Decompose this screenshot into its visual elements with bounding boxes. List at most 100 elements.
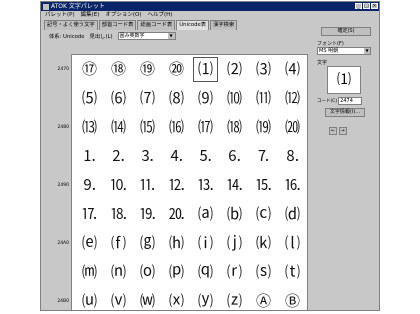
char-cell[interactable]: ⒖ — [249, 171, 278, 200]
char-cell[interactable]: ⒤ — [191, 229, 220, 258]
char-cell[interactable]: ⑰ — [75, 55, 104, 84]
char-cell[interactable]: ⒵ — [220, 287, 249, 310]
char-cell[interactable]: ⒢ — [133, 229, 162, 258]
char-cell[interactable]: ⑾ — [249, 84, 278, 113]
char-cell[interactable]: ⑿ — [278, 84, 307, 113]
char-cell[interactable]: ⒴ — [191, 287, 220, 310]
maximize-button[interactable]: □ — [363, 3, 370, 9]
char-cell[interactable]: ⑱ — [104, 55, 133, 84]
char-cell[interactable]: ⒧ — [278, 229, 307, 258]
char-cell[interactable]: ⒀ — [75, 113, 104, 142]
char-cell[interactable]: ⒒ — [133, 171, 162, 200]
font-select[interactable]: MS 明朝 ▼ — [317, 47, 371, 55]
char-cell[interactable]: ⑲ — [133, 55, 162, 84]
minimize-button[interactable]: _ — [355, 3, 362, 9]
char-cell[interactable]: ⒅ — [220, 113, 249, 142]
char-cell[interactable]: ⒭ — [220, 258, 249, 287]
row-code-label: 2470 — [57, 67, 69, 72]
menu-options[interactable]: オプション(O) — [105, 11, 141, 19]
char-cell[interactable]: ⒜ — [191, 200, 220, 229]
char-cell[interactable]: ⒙ — [104, 200, 133, 229]
menu-edit[interactable]: 編集(E) — [81, 11, 100, 19]
arrow-right-button[interactable]: → — [338, 127, 347, 135]
char-cell[interactable]: ⒃ — [162, 113, 191, 142]
char-cell[interactable]: ⒆ — [249, 113, 278, 142]
row-code-label: 24A0 — [57, 241, 69, 246]
char-cell[interactable]: ⒲ — [133, 287, 162, 310]
char-cell[interactable]: ⒁ — [104, 113, 133, 142]
tab-radical-code[interactable]: 部首コード表 — [98, 20, 137, 30]
char-cell[interactable]: ⒳ — [162, 287, 191, 310]
char-label: 文字 — [317, 60, 328, 66]
char-cell[interactable]: ⒣ — [162, 229, 191, 258]
close-button[interactable]: × — [371, 3, 378, 9]
char-cell[interactable]: Ⓑ — [278, 287, 307, 310]
char-cell[interactable]: ⒇ — [278, 113, 307, 142]
char-cell[interactable]: ⒌ — [191, 142, 220, 171]
tab-unicode[interactable]: Unicode表 — [176, 20, 210, 30]
char-cell[interactable]: ⒎ — [249, 142, 278, 171]
char-cell[interactable]: ⒡ — [104, 229, 133, 258]
char-cell[interactable]: ⒟ — [278, 200, 307, 229]
char-cell[interactable]: ⑷ — [278, 55, 307, 84]
char-cell[interactable]: ⒞ — [249, 200, 278, 229]
char-cell[interactable]: ⒱ — [104, 287, 133, 310]
char-cell[interactable]: ⒉ — [104, 142, 133, 171]
char-cell[interactable]: ⒮ — [249, 258, 278, 287]
char-cell[interactable]: ⑶ — [249, 55, 278, 84]
char-cell[interactable]: ⑻ — [162, 84, 191, 113]
char-cell[interactable]: ⒪ — [133, 258, 162, 287]
char-cell[interactable]: ⑹ — [104, 84, 133, 113]
char-cell[interactable]: ⒘ — [75, 200, 104, 229]
char-cell[interactable]: ⒈ — [75, 142, 104, 171]
tab-symbols[interactable]: 記号・よく使う文字 — [44, 20, 98, 30]
char-cell[interactable]: ⒋ — [162, 142, 191, 171]
char-cell[interactable]: ⒔ — [191, 171, 220, 200]
char-info-button[interactable]: 文字情報(I)... — [325, 108, 365, 117]
char-cell[interactable]: ⑴ — [191, 55, 220, 84]
char-cell[interactable]: ⒕ — [220, 171, 249, 200]
char-cell[interactable]: ⒬ — [191, 258, 220, 287]
char-cell[interactable]: ⑼ — [191, 84, 220, 113]
chevron-down-icon[interactable]: ▼ — [364, 48, 370, 54]
char-cell[interactable]: ⒥ — [220, 229, 249, 258]
char-cell[interactable]: ⒗ — [278, 171, 307, 200]
char-cell[interactable]: ⒐ — [75, 171, 104, 200]
char-cell[interactable]: ⒏ — [278, 142, 307, 171]
char-cell[interactable]: ⒯ — [278, 258, 307, 287]
confirm-button[interactable]: 確定(S) — [321, 27, 371, 36]
char-cell[interactable]: ⒚ — [133, 200, 162, 229]
char-cell[interactable]: ⑽ — [220, 84, 249, 113]
char-cell[interactable]: ⒂ — [133, 113, 162, 142]
char-cell[interactable]: ⒰ — [75, 287, 104, 310]
char-cell[interactable]: ⒑ — [104, 171, 133, 200]
heading-select[interactable]: 囲み英数字 ▼ — [117, 31, 176, 40]
arrow-left-button[interactable]: ← — [329, 127, 337, 135]
atok-palette-window: ATOK 文字パレット _ □ × パレット(P) 編集(E) オプション(O)… — [40, 1, 380, 311]
code-field[interactable]: 2474 — [338, 97, 363, 105]
char-cell[interactable]: ⒦ — [249, 229, 278, 258]
chevron-down-icon[interactable]: ▼ — [167, 32, 175, 39]
char-cell[interactable]: ⒄ — [191, 113, 220, 142]
tab-kanji-search[interactable]: 漢字検索 — [210, 20, 238, 30]
char-cell[interactable]: ⑺ — [133, 84, 162, 113]
character-grid: ⑰⑱⑲⑳⑴⑵⑶⑷ ⑸⑹⑺⑻⑼⑽⑾⑿ ⒀⒁⒂⒃⒄⒅⒆⒇ ⒈⒉⒊⒋⒌⒍⒎⒏ ⒐⒑⒒⒓⒔⒕⒖⒗… — [71, 54, 308, 310]
tab-stroke-code[interactable]: 総画コード表 — [137, 20, 176, 30]
char-cell[interactable]: ⑳ — [162, 55, 191, 84]
char-cell[interactable]: ⒨ — [75, 258, 104, 287]
char-cell[interactable]: ⒝ — [220, 200, 249, 229]
char-cell[interactable]: ⒛ — [162, 200, 191, 229]
char-cell[interactable]: ⑸ — [75, 84, 104, 113]
menu-palette[interactable]: パレット(P) — [45, 11, 75, 19]
menu-bar: パレット(P) 編集(E) オプション(O) ヘルプ(H) — [41, 11, 379, 19]
char-cell[interactable]: ⒊ — [133, 142, 162, 171]
char-cell[interactable]: ⒓ — [162, 171, 191, 200]
char-cell[interactable]: Ⓐ — [249, 287, 278, 310]
char-cell[interactable]: ⑵ — [220, 55, 249, 84]
row-code-label: 2490 — [57, 183, 69, 188]
menu-help[interactable]: ヘルプ(H) — [148, 11, 173, 19]
char-cell[interactable]: ⒩ — [104, 258, 133, 287]
char-cell[interactable]: ⒠ — [75, 229, 104, 258]
char-cell[interactable]: ⒫ — [162, 258, 191, 287]
char-cell[interactable]: ⒍ — [220, 142, 249, 171]
